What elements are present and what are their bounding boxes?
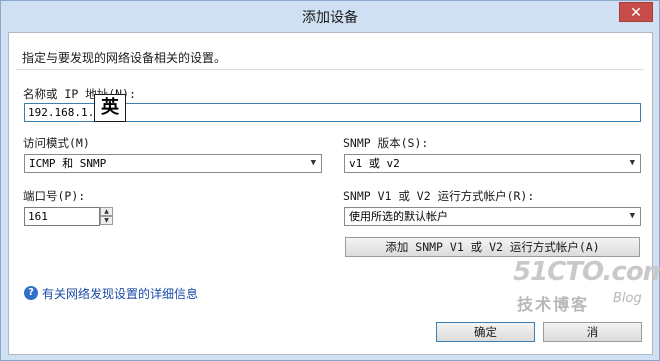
window-title: 添加设备: [302, 10, 358, 26]
ok-button[interactable]: 确定: [436, 322, 535, 342]
snmp-account-select[interactable]: 使用所选的默认帐户 ▼: [344, 207, 641, 226]
description-text: 指定与要发现的网络设备相关的设置。: [22, 51, 227, 65]
help-icon: ?: [24, 286, 38, 300]
watermark-blog: Blog: [613, 291, 642, 306]
header-divider: [16, 69, 644, 70]
snmp-version-select[interactable]: v1 或 v2 ▼: [344, 154, 641, 173]
chevron-down-icon: ▼: [629, 211, 635, 221]
add-device-dialog: 添加设备 ✕ 指定与要发现的网络设备相关的设置。 名称或 IP 地址(N): 1…: [0, 0, 660, 361]
network-discovery-help-link[interactable]: 有关网络发现设置的详细信息: [42, 285, 198, 302]
spin-down-icon[interactable]: ▼: [100, 216, 113, 225]
access-mode-value: ICMP 和 SNMP: [29, 157, 107, 170]
port-stepper[interactable]: ▲ ▼: [100, 207, 113, 226]
access-mode-select[interactable]: ICMP 和 SNMP ▼: [24, 154, 322, 173]
port-input[interactable]: 161: [24, 207, 100, 226]
snmp-account-value: 使用所选的默认帐户: [349, 210, 448, 223]
close-button[interactable]: ✕: [619, 2, 653, 22]
snmp-version-value: v1 或 v2: [349, 157, 400, 170]
spin-up-icon[interactable]: ▲: [100, 207, 113, 216]
cancel-button[interactable]: 消: [543, 322, 642, 342]
watermark-subtitle: 技术博客: [517, 295, 590, 314]
title-bar[interactable]: 添加设备 ✕: [1, 1, 659, 31]
chevron-down-icon: ▼: [310, 158, 316, 168]
ime-indicator: 英: [94, 94, 126, 122]
port-label: 端口号(P):: [23, 189, 86, 203]
close-icon: ✕: [630, 5, 642, 21]
add-snmp-account-button[interactable]: 添加 SNMP V1 或 V2 运行方式帐户(A): [345, 237, 640, 257]
access-mode-label: 访问模式(M): [23, 136, 90, 150]
chevron-down-icon: ▼: [629, 158, 635, 168]
snmp-account-label: SNMP V1 或 V2 运行方式帐户(R):: [343, 189, 535, 203]
watermark-logo: 51CTO.com: [513, 257, 660, 287]
snmp-version-label: SNMP 版本(S):: [343, 136, 429, 150]
watermark: 51CTO.com 技术博客 Blog: [513, 257, 660, 321]
